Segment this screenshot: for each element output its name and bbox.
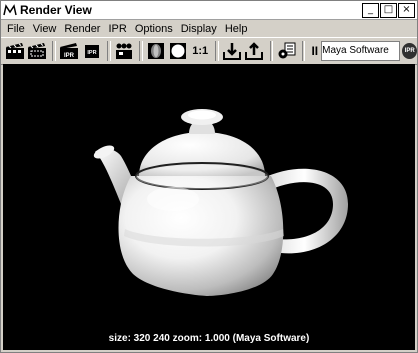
menu-display[interactable]: Display <box>177 23 221 35</box>
render-frame-icon <box>6 43 25 59</box>
menu-ipr[interactable]: IPR <box>104 23 130 35</box>
maximize-button[interactable]: □ <box>380 2 397 18</box>
ipr-render-icon: IPR <box>60 43 79 59</box>
ipr-refresh-icon: IPR <box>84 45 99 58</box>
remove-image-icon <box>245 42 264 60</box>
alpha-channel-button[interactable] <box>168 40 188 62</box>
toolbar-separator <box>138 41 143 61</box>
toolbar-separator <box>269 41 274 61</box>
one-to-one-button[interactable]: 1:1 <box>190 40 210 62</box>
one-to-one-icon: 1:1 <box>192 45 209 57</box>
renderer-field[interactable]: Maya Software <box>321 41 401 61</box>
render-status-text: size: 320 240 zoom: 1.000 (Maya Software… <box>108 333 310 344</box>
menu-file[interactable]: File <box>3 23 29 35</box>
ipr-icon[interactable]: IPR <box>402 43 418 59</box>
menu-options[interactable]: Options <box>131 23 177 35</box>
pause-icon[interactable]: II <box>311 44 318 58</box>
rgb-channels-icon <box>147 43 164 59</box>
menu-help[interactable]: Help <box>221 23 252 35</box>
render-settings-icon <box>278 42 296 59</box>
minimize-button[interactable]: _ <box>362 2 379 18</box>
toolbar-separator <box>52 41 57 61</box>
svg-text:IPR: IPR <box>64 53 75 59</box>
render-view-window: Render View _ □ × File View Render IPR O… <box>0 0 418 353</box>
toolbar-separator <box>106 41 111 61</box>
maya-app-icon <box>3 4 17 16</box>
remove-image-button[interactable] <box>244 40 264 62</box>
renderer-field-value: Maya Software <box>322 45 389 56</box>
keep-image-button[interactable] <box>222 40 242 62</box>
title-bar[interactable]: Render View _ □ × <box>1 1 417 20</box>
render-viewport[interactable]: size: 320 240 zoom: 1.000 (Maya Software… <box>3 64 415 350</box>
snapshot-icon <box>115 43 132 59</box>
menu-view[interactable]: View <box>29 23 61 35</box>
rgb-channels-button[interactable] <box>146 40 166 62</box>
toolbar: IPR IPR 1:1 II Maya Software IPR <box>1 37 418 65</box>
toolbar-separator <box>301 41 306 61</box>
toolbar-separator <box>215 41 220 61</box>
rendered-teapot-image <box>3 64 415 350</box>
ipr-render-button[interactable]: IPR <box>59 40 79 62</box>
window-title: Render View <box>20 3 92 17</box>
render-settings-button[interactable] <box>276 40 296 62</box>
snapshot-button[interactable] <box>114 40 134 62</box>
menu-render[interactable]: Render <box>60 23 104 35</box>
render-frame-button[interactable] <box>5 40 25 62</box>
ipr-refresh-button[interactable]: IPR <box>82 40 102 62</box>
keep-image-icon <box>223 43 242 60</box>
menu-bar: File View Render IPR Options Display Hel… <box>1 20 417 37</box>
alpha-channel-icon <box>169 43 186 59</box>
close-button[interactable]: × <box>398 2 415 18</box>
render-region-icon <box>28 43 47 59</box>
svg-text:IPR: IPR <box>87 50 96 56</box>
render-region-button[interactable] <box>27 40 47 62</box>
